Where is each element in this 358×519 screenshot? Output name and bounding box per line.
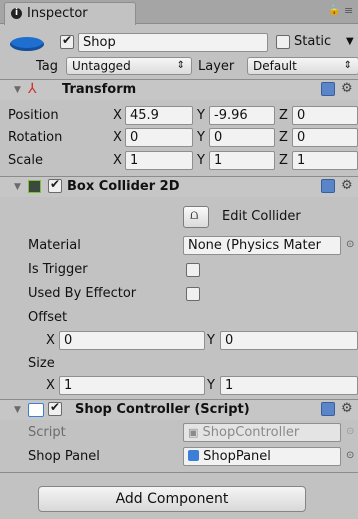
axis-x-label: X <box>113 108 122 123</box>
fold-arrow-icon[interactable]: ▼ <box>14 85 21 95</box>
help-book-icon[interactable] <box>321 82 335 96</box>
fold-arrow-icon[interactable]: ▼ <box>14 182 21 192</box>
offset-label: Offset <box>28 310 68 325</box>
rotation-z-field[interactable]: 0 <box>292 128 358 147</box>
box-collider-enabled-checkbox[interactable] <box>48 177 62 193</box>
is-trigger-checkbox[interactable] <box>186 263 200 277</box>
script-label: Script <box>28 425 66 440</box>
size-x-field[interactable]: 1 <box>59 376 205 395</box>
is-trigger-label: Is Trigger <box>28 262 88 277</box>
axis-x-label: X <box>113 153 122 168</box>
axis-x-label: X <box>46 333 55 348</box>
used-by-effector-label: Used By Effector <box>28 286 137 301</box>
axis-y-label: Y <box>197 108 205 123</box>
tab-inspector[interactable]: i Inspector <box>4 2 136 25</box>
chevron-updown-icon: ⇕ <box>343 60 352 71</box>
scale-y-field[interactable]: 1 <box>209 151 275 170</box>
shop-controller-header[interactable]: ▼ Shop Controller (Script) ⚙ <box>0 400 358 420</box>
gear-icon[interactable]: ⚙ <box>341 401 353 416</box>
chevron-updown-icon: ⇕ <box>176 60 185 71</box>
material-field[interactable]: None (Physics Mater <box>183 236 341 255</box>
scale-label: Scale <box>8 153 43 168</box>
layer-label: Layer <box>198 59 235 74</box>
rotation-label: Rotation <box>8 130 63 145</box>
shop-panel-field[interactable]: ShopPanel <box>183 447 341 466</box>
offset-x-field[interactable]: 0 <box>59 331 205 350</box>
static-checkbox[interactable] <box>276 35 290 49</box>
axis-z-label: Z <box>279 130 288 145</box>
rotation-x-field[interactable]: 0 <box>125 128 193 147</box>
tag-label: Tag <box>36 59 59 74</box>
edit-collider-button[interactable]: ⩍ <box>183 206 209 228</box>
tag-value: Untagged <box>72 59 131 73</box>
shop-controller-title: Shop Controller (Script) <box>75 402 250 417</box>
script-field: ▣ ShopController <box>183 423 341 442</box>
box-collider-header[interactable]: ▼ Box Collider 2D ⚙ <box>0 177 358 197</box>
help-book-icon[interactable] <box>321 179 335 193</box>
size-label: Size <box>28 356 55 371</box>
axis-y-label: Y <box>207 333 215 348</box>
transform-header[interactable]: ▼ ⅄ Transform ⚙ <box>0 80 358 100</box>
shop-panel-value: ShopPanel <box>203 449 271 464</box>
divider <box>0 472 358 473</box>
material-label: Material <box>28 238 81 253</box>
rotation-y-field[interactable]: 0 <box>209 128 275 147</box>
fold-arrow-icon[interactable]: ▼ <box>14 405 21 415</box>
shop-controller-enabled-checkbox[interactable] <box>48 400 62 416</box>
lock-icon[interactable]: 🔒 <box>328 5 340 16</box>
static-label: Static <box>294 34 332 49</box>
axis-z-label: Z <box>279 108 288 123</box>
active-checkbox[interactable] <box>60 33 74 49</box>
gear-icon[interactable]: ⚙ <box>341 81 353 96</box>
help-book-icon[interactable] <box>321 402 335 416</box>
script-file-icon: ▣ <box>188 426 199 439</box>
position-x-field[interactable]: 45.9 <box>125 106 193 125</box>
position-z-field[interactable]: 0 <box>292 106 358 125</box>
box-collider-title: Box Collider 2D <box>67 179 180 194</box>
menu-icon[interactable]: ≡ <box>344 4 353 17</box>
script-icon <box>28 403 44 417</box>
axis-y-label: Y <box>207 378 215 393</box>
prefab-cube-icon <box>188 450 199 461</box>
scale-x-field[interactable]: 1 <box>125 151 193 170</box>
gameobject-icon <box>10 37 44 51</box>
size-y-field[interactable]: 1 <box>220 376 358 395</box>
tag-dropdown[interactable]: Untagged ⇕ <box>66 57 192 75</box>
layer-dropdown[interactable]: Default ⇕ <box>247 57 358 75</box>
position-label: Position <box>8 108 59 123</box>
position-y-field[interactable]: -9.96 <box>209 106 275 125</box>
edit-collider-icon: ⩍ <box>190 208 199 223</box>
add-component-button[interactable]: Add Component <box>38 486 306 512</box>
script-value: ShopController <box>202 425 300 440</box>
static-dropdown-arrow-icon[interactable]: ▼ <box>346 36 354 47</box>
layer-value: Default <box>253 59 297 73</box>
axis-y-label: Y <box>197 130 205 145</box>
gear-icon[interactable]: ⚙ <box>341 178 353 193</box>
transform-title: Transform <box>62 82 137 97</box>
tab-bar: i Inspector 🔒 ≡ <box>0 0 358 25</box>
object-picker-icon: ⊙ <box>346 426 355 437</box>
offset-y-field[interactable]: 0 <box>220 331 358 350</box>
axis-y-label: Y <box>197 153 205 168</box>
object-picker-icon[interactable]: ⊙ <box>346 450 354 461</box>
info-icon: i <box>11 8 22 19</box>
axis-z-label: Z <box>279 153 288 168</box>
used-by-effector-checkbox[interactable] <box>186 287 200 301</box>
edit-collider-label: Edit Collider <box>222 209 301 224</box>
object-picker-icon[interactable]: ⊙ <box>346 239 354 250</box>
scale-z-field[interactable]: 1 <box>292 151 358 170</box>
axis-x-label: X <box>46 378 55 393</box>
collider-icon <box>28 180 41 193</box>
transform-icon: ⅄ <box>28 81 37 97</box>
shop-panel-label: Shop Panel <box>28 449 100 464</box>
object-name-field[interactable]: Shop <box>78 33 268 52</box>
tab-label: Inspector <box>27 6 88 21</box>
axis-x-label: X <box>113 130 122 145</box>
